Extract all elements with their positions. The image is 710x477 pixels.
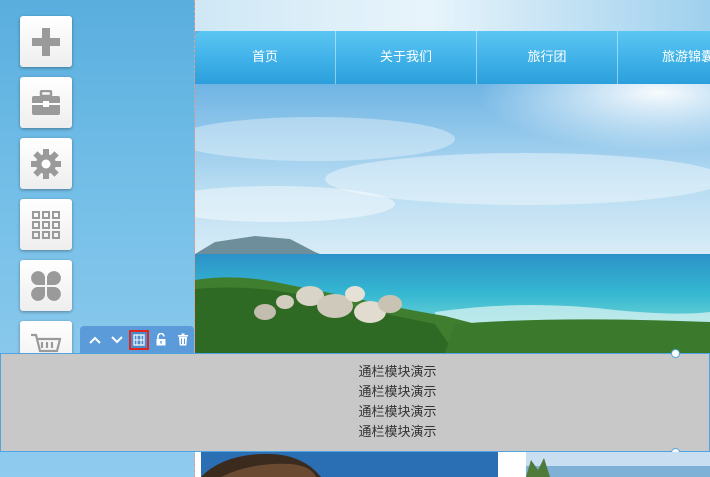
content-image-right (526, 452, 710, 477)
layout-grid-button[interactable] (20, 199, 72, 250)
add-icon (32, 27, 60, 56)
add-module-button[interactable] (20, 16, 72, 67)
delete-button[interactable] (173, 330, 193, 350)
main-nav: 首页 关于我们 旅行团 旅游锦囊 (195, 31, 710, 84)
nav-item-tips[interactable]: 旅游锦囊 (618, 31, 710, 84)
full-width-module[interactable]: 通栏模块演示 通栏模块演示 通栏模块演示 通栏模块演示 (0, 353, 710, 452)
module-text-line: 通栏模块演示 (358, 424, 437, 440)
nav-item-home[interactable]: 首页 (195, 31, 336, 84)
toolbox-button[interactable] (20, 77, 72, 128)
gear-icon (31, 148, 61, 179)
module-text-line: 通栏模块演示 (358, 364, 437, 380)
theme-button[interactable] (20, 260, 72, 311)
move-down-button[interactable] (107, 330, 127, 350)
module-text-line: 通栏模块演示 (358, 384, 437, 400)
settings-button[interactable] (20, 138, 72, 189)
move-down-icon (111, 335, 123, 343)
clover-icon (31, 270, 61, 301)
banner-image (195, 84, 710, 353)
beach-scene (195, 84, 710, 353)
column-settings-icon (133, 333, 145, 346)
content-image-left (201, 452, 498, 477)
nav-item-tours[interactable]: 旅行团 (477, 31, 618, 84)
grid-icon (32, 210, 60, 239)
nav-item-about[interactable]: 关于我们 (336, 31, 477, 84)
unlock-icon (156, 333, 166, 346)
move-up-icon (89, 336, 101, 344)
module-text-line: 通栏模块演示 (358, 404, 437, 420)
column-settings-button[interactable] (129, 329, 149, 350)
unlock-button[interactable] (151, 330, 171, 350)
resize-handle-top[interactable] (671, 349, 680, 358)
module-action-bar (80, 326, 194, 353)
site-header-bg (195, 0, 710, 31)
move-up-button[interactable] (85, 330, 105, 350)
delete-icon (178, 333, 188, 346)
toolbox-icon (32, 89, 60, 115)
